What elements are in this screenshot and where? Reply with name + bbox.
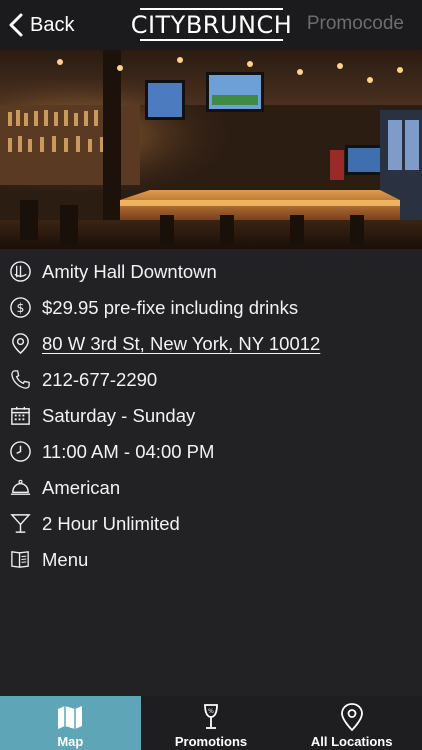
tab-promotions[interactable]: % Promotions (141, 696, 282, 750)
detail-row-phone[interactable]: 212-677-2290 (0, 362, 422, 398)
back-label: Back (30, 13, 75, 36)
svg-text:%: % (208, 708, 214, 715)
clock-icon (9, 440, 32, 463)
detail-row-cuisine: American (0, 470, 422, 506)
tab-map[interactable]: Map (0, 696, 141, 750)
map-icon (55, 702, 85, 732)
cuisine: American (42, 477, 121, 498)
address-link[interactable]: 80 W 3rd St, New York, NY 10012 (42, 333, 320, 355)
back-button[interactable]: Back (8, 9, 74, 41)
bar-photo-illustration (0, 50, 422, 249)
promocode-button[interactable]: Promocode (307, 13, 404, 35)
tab-all-locations-label: All Locations (310, 734, 393, 749)
detail-row-hours: 11:00 AM - 04:00 PM (0, 434, 422, 470)
detail-row-drinks: 2 Hour Unlimited (0, 506, 422, 542)
cocktail-icon (9, 512, 32, 535)
drinks-info: 2 Hour Unlimited (42, 513, 180, 534)
detail-row-name: Amity Hall Downtown (0, 254, 422, 290)
tab-map-label: Map (57, 734, 84, 749)
cloche-icon (9, 476, 32, 499)
tab-promotions-label: Promotions (174, 734, 248, 749)
svg-text:$: $ (17, 300, 25, 315)
pin-icon (9, 332, 32, 355)
phone-icon (9, 368, 32, 391)
menu-book-icon (9, 548, 32, 571)
price-info: $29.95 pre-fixe including drinks (42, 297, 299, 318)
plate-icon (9, 260, 32, 283)
navigation-bar: Back CITYBRUNCH Promocode (0, 0, 422, 50)
dollar-icon: $ (9, 296, 32, 319)
detail-row-days: Saturday - Sunday (0, 398, 422, 434)
detail-row-address[interactable]: 80 W 3rd St, New York, NY 10012 (0, 326, 422, 362)
location-pin-icon (337, 702, 367, 732)
tab-all-locations[interactable]: All Locations (281, 696, 422, 750)
restaurant-name: Amity Hall Downtown (42, 261, 217, 282)
wine-glass-icon: % (196, 702, 226, 732)
detail-row-menu[interactable]: Menu (0, 542, 422, 578)
calendar-icon (9, 404, 32, 427)
chevron-left-icon (9, 13, 23, 37)
phone-number[interactable]: 212-677-2290 (42, 369, 157, 391)
restaurant-photo (0, 50, 422, 249)
detail-row-price: $ $29.95 pre-fixe including drinks (0, 290, 422, 326)
app-logo: CITYBRUNCH (131, 8, 292, 41)
tab-bar: Map % Promotions All Locations (0, 696, 422, 750)
hours: 11:00 AM - 04:00 PM (42, 441, 215, 462)
days-open: Saturday - Sunday (42, 405, 196, 426)
menu-link[interactable]: Menu (42, 549, 88, 571)
